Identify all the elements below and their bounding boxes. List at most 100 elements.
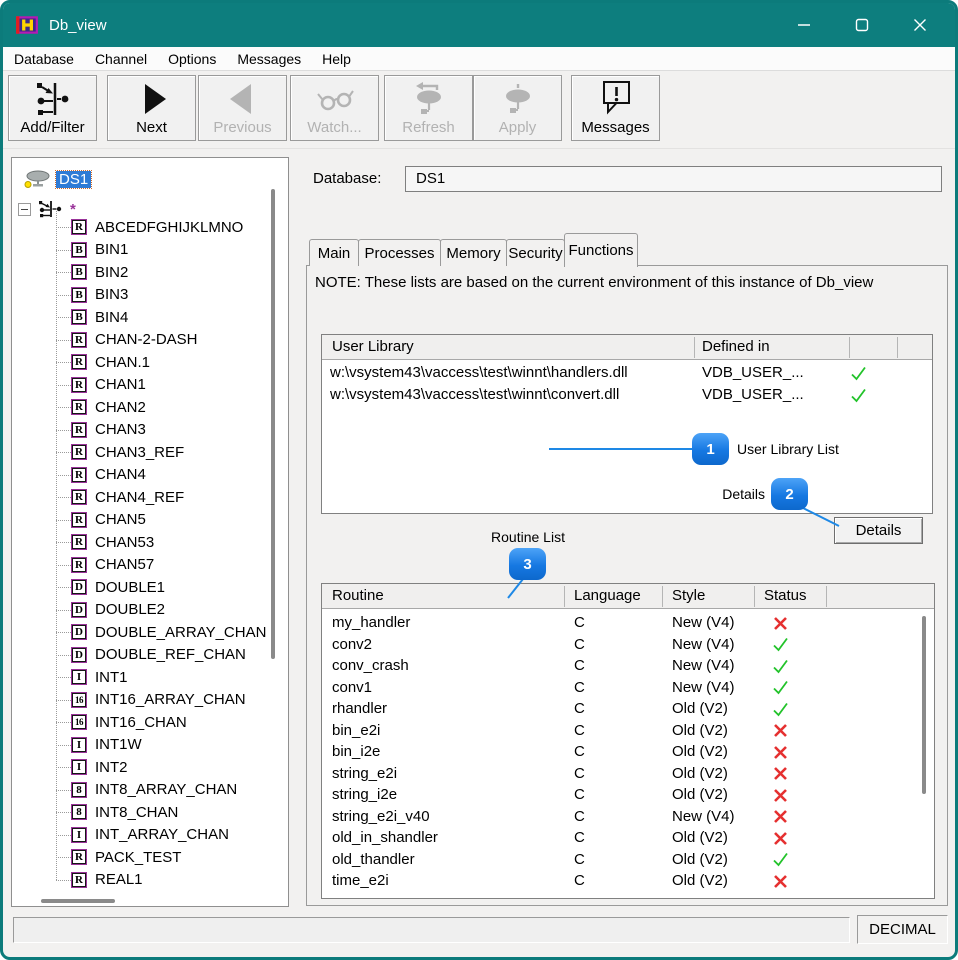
tree-filter-label: * [70,201,76,218]
tree-item-label: REAL1 [95,871,143,888]
minimize-button[interactable] [775,3,833,47]
tree-item[interactable]: IINT2 [12,756,288,779]
routine-row[interactable]: old_thandlerCOld (V2) [322,849,934,871]
details-button[interactable]: Details [834,517,923,544]
routine-row[interactable]: conv2CNew (V4) [322,634,934,656]
tree-item[interactable]: IINT1 [12,666,288,689]
next-icon [133,79,171,119]
tree-connector-line [56,452,71,453]
refresh-button[interactable]: Refresh [384,75,473,141]
tree-item[interactable]: RCHAN1 [12,374,288,397]
routine-language: C [574,784,585,806]
tree-item[interactable]: 8INT8_CHAN [12,801,288,824]
routine-row[interactable]: string_i2eCOld (V2) [322,784,934,806]
user-library-row[interactable]: w:\vsystem43\vaccess\test\winnt\convert.… [322,384,932,406]
tree-item[interactable]: 16INT16_CHAN [12,711,288,734]
tree-item[interactable]: BBIN2 [12,261,288,284]
collapse-expand-icon[interactable] [18,203,31,216]
routine-name: string_i2e [332,784,397,806]
previous-button[interactable]: Previous [198,75,287,141]
routine-language: C [574,677,585,699]
tree-root-node[interactable]: DS1 [12,168,91,190]
tree-item[interactable]: BBIN1 [12,239,288,262]
channel-type-icon: R [71,534,87,550]
tab-processes[interactable]: Processes [358,239,441,266]
title-bar: Db_view [3,3,955,47]
tree-item[interactable]: 8INT8_ARRAY_CHAN [12,779,288,802]
tree-item[interactable]: RCHAN5 [12,509,288,532]
tab-memory[interactable]: Memory [440,239,507,266]
tree-item[interactable]: IINT_ARRAY_CHAN [12,824,288,847]
user-library-row[interactable]: w:\vsystem43\vaccess\test\winnt\handlers… [322,362,932,384]
callout-label-3: Routine List [473,529,583,545]
tree-item[interactable]: RCHAN4 [12,464,288,487]
tab-security[interactable]: Security [506,239,565,266]
tree-horizontal-scrollbar[interactable] [41,899,115,903]
tab-main[interactable]: Main [309,239,359,266]
routine-row[interactable]: string_e2iCOld (V2) [322,763,934,785]
tree-item-label: DOUBLE_REF_CHAN [95,646,246,663]
tree-item[interactable]: RCHAN3_REF [12,441,288,464]
database-field[interactable]: DS1 [405,166,942,192]
watch-icon [315,79,355,119]
next-button[interactable]: Next [107,75,196,141]
tree-item[interactable]: RPACK_TEST [12,846,288,869]
library-defined-in: VDB_USER_... [702,384,804,406]
routine-row[interactable]: bin_i2eCOld (V2) [322,741,934,763]
routine-row[interactable]: my_handlerCNew (V4) [322,612,934,634]
tree-item[interactable]: DDOUBLE2 [12,599,288,622]
channel-type-icon: R [71,849,87,865]
tree-item[interactable]: DDOUBLE_ARRAY_CHAN [12,621,288,644]
menu-item-help[interactable]: Help [321,49,352,69]
tree-item[interactable]: RCHAN53 [12,531,288,554]
tree-item[interactable]: 16INT16_ARRAY_CHAN [12,689,288,712]
tree-item[interactable]: RCHAN2 [12,396,288,419]
routine-language: C [574,763,585,785]
tree-item[interactable]: RREAL1 [12,869,288,892]
toolbar-button-label: Refresh [402,119,455,137]
routine-style: New (V4) [672,677,735,699]
routine-row[interactable]: old_in_shandlerCOld (V2) [322,827,934,849]
tree-item[interactable]: DDOUBLE1 [12,576,288,599]
tree-item[interactable]: RCHAN-2-DASH [12,329,288,352]
routine-row[interactable]: bin_e2iCOld (V2) [322,720,934,742]
library-status [850,362,867,384]
tree-item-label: CHAN1 [95,376,146,393]
routine-name: rhandler [332,698,387,720]
tree-item[interactable]: RCHAN3 [12,419,288,442]
apply-icon [496,79,540,119]
routine-name: my_handler [332,612,410,634]
tree-item[interactable]: RCHAN.1 [12,351,288,374]
routine-row[interactable]: conv_crashCNew (V4) [322,655,934,677]
routine-row[interactable]: conv1CNew (V4) [322,677,934,699]
tree-vertical-scrollbar[interactable] [271,189,275,659]
close-button[interactable] [891,3,949,47]
apply-button[interactable]: Apply [473,75,562,141]
routine-row[interactable]: string_e2i_v40CNew (V4) [322,806,934,828]
tree-item[interactable]: RABCEDFGHIJKLMNO [12,216,288,239]
routine-row[interactable]: time_e2iCOld (V2) [322,870,934,892]
tree-item[interactable]: RCHAN4_REF [12,486,288,509]
tree-item[interactable]: BBIN4 [12,306,288,329]
menu-item-channel[interactable]: Channel [94,49,148,69]
tab-functions[interactable]: Functions [564,233,638,267]
watch-button[interactable]: Watch... [290,75,379,141]
tree-item-label: INT_ARRAY_CHAN [95,826,229,843]
tree-connector-line [56,430,71,431]
menu-item-options[interactable]: Options [167,49,217,69]
menu-item-messages[interactable]: Messages [236,49,302,69]
routine-vertical-scrollbar[interactable] [922,616,926,794]
maximize-button[interactable] [833,3,891,47]
messages-button[interactable]: Messages [571,75,660,141]
tree-item[interactable]: BBIN3 [12,284,288,307]
tree-item[interactable]: DDOUBLE_REF_CHAN [12,644,288,667]
tree-item-label: ABCEDFGHIJKLMNO [95,219,243,236]
add-filter-button[interactable]: Add/Filter [8,75,97,141]
tree-item[interactable]: IINT1W [12,734,288,757]
callout-badge-2: 2 [771,478,808,510]
tree-connector-line [56,610,71,611]
routine-row[interactable]: rhandlerCOld (V2) [322,698,934,720]
tree-connector-line [56,677,71,678]
tree-item[interactable]: RCHAN57 [12,554,288,577]
menu-item-database[interactable]: Database [13,49,75,69]
